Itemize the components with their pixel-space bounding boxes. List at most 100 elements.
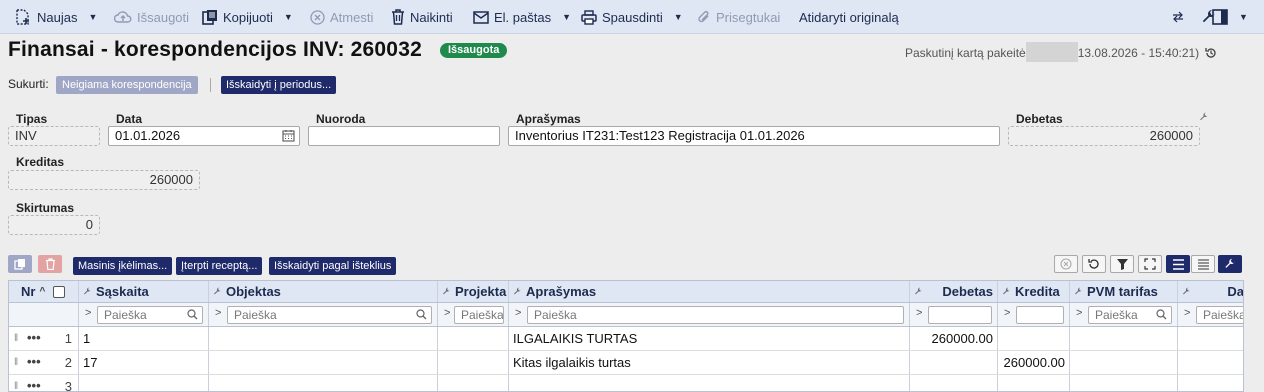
split-resources-button[interactable]: Išskaidyti pagal išteklius xyxy=(269,257,397,275)
drag-handle-icon[interactable]: ‖ xyxy=(14,351,18,374)
copy-button[interactable]: Kopijuoti ▼ xyxy=(202,0,293,34)
cancel-button[interactable]: Atmesti xyxy=(310,0,373,34)
cell-debetas[interactable]: 260000.00 xyxy=(910,327,998,350)
compact-rows-button[interactable] xyxy=(1166,255,1190,273)
column-header-data[interactable]: Da xyxy=(1178,281,1243,302)
column-header-aprasymas[interactable]: Aprašymas xyxy=(509,281,910,302)
grid-settings-button[interactable] xyxy=(1218,255,1242,273)
filter-input-objektas[interactable]: Paieška xyxy=(227,306,432,324)
date-field[interactable]: 01.01.2026 xyxy=(108,126,300,146)
aprasymas-field[interactable]: Inventorius IT231:Test123 Registracija 0… xyxy=(508,126,1000,146)
cell-saskaita[interactable] xyxy=(79,375,209,391)
column-filter-button[interactable] xyxy=(1110,255,1134,273)
row-handle[interactable]: ‖ ••• 2 xyxy=(9,351,79,374)
cell-projektas[interactable] xyxy=(438,327,509,350)
cell-kreditas[interactable] xyxy=(998,375,1070,391)
copy-rows-button[interactable] xyxy=(8,255,32,273)
table-row[interactable]: ‖ ••• 2 17 Kitas ilgalaikis turtas 26000… xyxy=(9,351,1243,375)
cell-kreditas[interactable] xyxy=(998,327,1070,350)
panel-layout-button[interactable]: ▼ xyxy=(1212,0,1248,34)
chevron-right-icon[interactable]: > xyxy=(515,307,521,319)
cell-data[interactable] xyxy=(1178,351,1243,374)
delete-rows-button[interactable] xyxy=(38,255,62,273)
table-row[interactable]: ‖ ••• 3 xyxy=(9,375,1243,391)
chevron-right-icon[interactable]: > xyxy=(215,307,221,319)
cell-objektas[interactable] xyxy=(209,375,438,391)
attachments-button[interactable]: Prisegtukai xyxy=(697,0,780,34)
drag-handle-icon[interactable]: ‖ xyxy=(14,327,18,350)
chevron-right-icon[interactable]: > xyxy=(916,307,922,319)
column-header-nr[interactable]: Nr ^ xyxy=(9,281,79,302)
sort-up-icon[interactable]: ^ xyxy=(39,281,45,302)
column-header-kreditas[interactable]: Kredita xyxy=(998,281,1070,302)
new-button[interactable]: Naujas ▼ xyxy=(14,0,97,34)
chevron-right-icon[interactable]: > xyxy=(444,307,450,319)
cell-projektas[interactable] xyxy=(438,351,509,374)
select-all-checkbox[interactable] xyxy=(53,285,66,298)
cell-debetas[interactable] xyxy=(910,375,998,391)
filter-input-pvm-tarifas[interactable]: Paieška xyxy=(1088,306,1172,324)
filter-input-data[interactable]: Paieška xyxy=(1196,306,1243,324)
row-handle[interactable]: ‖ ••• 3 xyxy=(9,375,79,391)
open-original-button[interactable]: Atidaryti originalą xyxy=(799,0,899,34)
column-header-projektas[interactable]: Projekta xyxy=(438,281,509,302)
email-button[interactable]: El. paštas ▼ xyxy=(473,0,571,34)
cell-saskaita[interactable]: 1 xyxy=(79,327,209,350)
cell-pvm-tarifas[interactable] xyxy=(1070,351,1178,374)
save-button[interactable]: Išsaugoti xyxy=(114,0,189,34)
chevron-down-icon[interactable]: ▼ xyxy=(674,12,683,22)
row-menu-icon[interactable]: ••• xyxy=(27,351,41,373)
chevron-down-icon[interactable]: ▼ xyxy=(562,12,571,22)
debetas-label: Debetas xyxy=(1016,112,1063,126)
column-header-saskaita[interactable]: Sąskaita xyxy=(79,281,209,302)
chevron-down-icon[interactable]: ▼ xyxy=(1239,12,1248,22)
cell-debetas[interactable] xyxy=(910,351,998,374)
filter-input-aprasymas[interactable]: Paieška xyxy=(527,306,904,324)
chevron-right-icon[interactable]: > xyxy=(85,307,91,319)
undo-button[interactable] xyxy=(1082,255,1106,273)
cell-aprasymas[interactable]: Kitas ilgalaikis turtas xyxy=(509,351,910,374)
cell-saskaita[interactable]: 17 xyxy=(79,351,209,374)
column-header-objektas[interactable]: Objektas xyxy=(209,281,438,302)
cell-aprasymas[interactable] xyxy=(509,375,910,391)
swap-icon[interactable] xyxy=(1172,0,1184,34)
cell-projektas[interactable] xyxy=(438,375,509,391)
cell-pvm-tarifas[interactable] xyxy=(1070,375,1178,391)
column-header-pvm-tarifas[interactable]: PVM tarifas xyxy=(1070,281,1178,302)
nuoroda-field[interactable] xyxy=(308,126,500,146)
chevron-right-icon[interactable]: > xyxy=(1004,307,1010,319)
cell-aprasymas[interactable]: ILGALAIKIS TURTAS xyxy=(509,327,910,350)
row-handle[interactable]: ‖ ••• 1 xyxy=(9,327,79,350)
negative-correspondence-button[interactable]: Neigiama korespondencija xyxy=(56,76,198,94)
cell-data[interactable] xyxy=(1178,375,1243,391)
drag-handle-icon[interactable]: ‖ xyxy=(14,375,18,391)
row-menu-icon[interactable]: ••• xyxy=(27,375,41,391)
calendar-icon[interactable] xyxy=(282,129,295,145)
table-row[interactable]: ‖ ••• 1 1 ILGALAIKIS TURTAS 260000.00 xyxy=(9,327,1243,351)
filter-input-projektas[interactable]: Paieška xyxy=(454,306,504,324)
mass-import-button[interactable]: Masinis įkėlimas... xyxy=(73,257,173,275)
insert-recipe-button[interactable]: Įterpti receptą... xyxy=(176,257,263,275)
chevron-right-icon[interactable]: > xyxy=(1076,307,1082,319)
history-icon[interactable] xyxy=(1204,47,1217,62)
expanded-rows-button[interactable] xyxy=(1191,255,1215,273)
column-header-debetas[interactable]: Debetas xyxy=(910,281,998,302)
chevron-down-icon[interactable]: ▼ xyxy=(88,12,97,22)
row-menu-icon[interactable]: ••• xyxy=(27,327,41,349)
chevron-down-icon[interactable]: ▼ xyxy=(284,12,293,22)
clear-filter-button[interactable] xyxy=(1054,255,1078,273)
filter-input-saskaita[interactable]: Paieška xyxy=(97,306,203,324)
filter-input-debetas[interactable] xyxy=(928,306,992,324)
cell-pvm-tarifas[interactable] xyxy=(1070,327,1178,350)
delete-button[interactable]: Naikinti xyxy=(391,0,453,34)
expand-button[interactable] xyxy=(1138,255,1162,273)
cell-objektas[interactable] xyxy=(209,327,438,350)
print-button[interactable]: Spausdinti ▼ xyxy=(581,0,683,34)
cell-objektas[interactable] xyxy=(209,351,438,374)
filter-input-kreditas[interactable] xyxy=(1016,306,1064,324)
cell-kreditas[interactable]: 260000.00 xyxy=(998,351,1070,374)
cell-data[interactable] xyxy=(1178,327,1243,350)
split-periods-button[interactable]: Išskaidyti į periodus... xyxy=(221,76,337,94)
wrench-icon[interactable] xyxy=(1199,110,1209,125)
chevron-right-icon[interactable]: > xyxy=(1184,307,1190,319)
